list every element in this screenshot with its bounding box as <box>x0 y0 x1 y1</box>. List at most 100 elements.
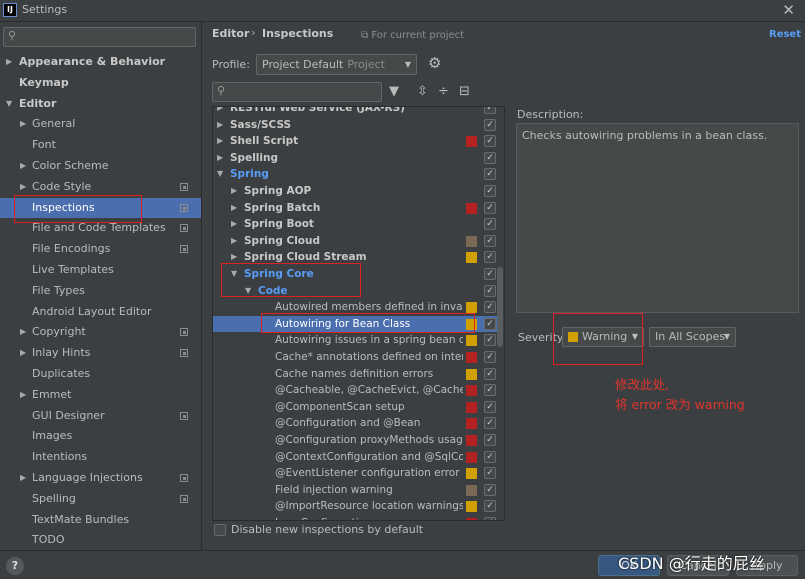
inspection-row[interactable]: @ComponentScan setup ✓ <box>213 399 497 416</box>
sidebar-item-copyright[interactable]: ▶ Copyright <box>0 322 201 343</box>
chevron-right-icon[interactable]: ▶ <box>20 385 26 406</box>
sidebar-item-emmet[interactable]: ▶ Emmet <box>0 385 201 406</box>
chevron-right-icon[interactable]: ▶ <box>6 52 12 73</box>
sidebar-item-textmate-bundles[interactable]: TextMate Bundles <box>0 510 201 531</box>
chevron-down-icon[interactable]: ▼ <box>6 94 12 115</box>
sidebar-item-spelling[interactable]: Spelling <box>0 489 201 510</box>
inspection-enabled-checkbox[interactable]: ✓ <box>484 317 496 330</box>
chevron-right-icon[interactable]: ▶ <box>231 200 237 217</box>
chevron-right-icon[interactable]: ▶ <box>231 233 237 250</box>
inspection-row[interactable]: @ContextConfiguration and @SqlConfig ✓ <box>213 449 497 466</box>
chevron-right-icon[interactable]: ▶ <box>20 156 26 177</box>
inspection-enabled-checkbox[interactable]: ✓ <box>484 301 496 314</box>
inspection-enabled-checkbox[interactable]: ✓ <box>484 185 496 197</box>
reset-to-default-icon[interactable]: ⊟ <box>459 84 470 99</box>
sidebar-item-font[interactable]: Font <box>0 135 201 156</box>
sidebar-item-images[interactable]: Images <box>0 426 201 447</box>
sidebar-item-gui-designer[interactable]: GUI Designer <box>0 406 201 427</box>
sidebar-item-file-encodings[interactable]: File Encodings <box>0 239 201 260</box>
chevron-right-icon[interactable]: ▶ <box>217 133 223 150</box>
sidebar-item-file-types[interactable]: File Types <box>0 281 201 302</box>
chevron-right-icon[interactable]: ▶ <box>20 322 26 343</box>
chevron-right-icon[interactable]: ▶ <box>231 183 237 200</box>
reset-link[interactable]: Reset <box>769 29 801 40</box>
sidebar-item-general[interactable]: ▶ General <box>0 114 201 135</box>
sidebar-item-appearance-behavior[interactable]: ▶ Appearance & Behavior <box>0 52 201 73</box>
inspection-enabled-checkbox[interactable]: ✓ <box>484 434 496 446</box>
inspection-enabled-checkbox[interactable]: ✓ <box>484 500 496 513</box>
expand-all-icon[interactable]: ⇳ <box>417 84 428 99</box>
inspection-row[interactable]: ▼ Spring ✓ <box>213 166 497 183</box>
inspection-enabled-checkbox[interactable]: ✓ <box>484 483 496 496</box>
scope-dropdown[interactable]: In All Scopes ▼ <box>649 327 736 347</box>
sidebar-item-duplicates[interactable]: Duplicates <box>0 364 201 385</box>
inspection-row[interactable]: @EventListener configuration error ✓ <box>213 465 497 482</box>
inspection-enabled-checkbox[interactable]: ✓ <box>484 284 496 297</box>
chevron-right-icon[interactable]: ▶ <box>217 107 223 117</box>
inspection-enabled-checkbox[interactable]: ✓ <box>484 384 496 397</box>
chevron-right-icon[interactable]: ▶ <box>20 468 26 489</box>
inspection-row[interactable]: ▶ Spring Batch ✓ <box>213 200 497 217</box>
chevron-down-icon[interactable]: ▼ <box>217 166 223 183</box>
inspection-enabled-checkbox[interactable]: ✓ <box>484 268 496 280</box>
tree-scrollbar[interactable] <box>497 267 503 347</box>
inspection-row[interactable]: @Cacheable, @CacheEvict, @CachePut, @ ✓ <box>213 382 497 399</box>
inspection-enabled-checkbox[interactable]: ✓ <box>484 450 496 463</box>
profile-dropdown[interactable]: Project Default Project ▼ <box>256 54 417 75</box>
inspection-row[interactable]: ▶ Spring Boot ✓ <box>213 216 497 233</box>
sidebar-item-todo[interactable]: TODO <box>0 530 201 550</box>
inspection-row[interactable]: ▶ Shell Script ✓ <box>213 133 497 150</box>
sidebar-item-color-scheme[interactable]: ▶ Color Scheme <box>0 156 201 177</box>
sidebar-item-android-layout-editor[interactable]: Android Layout Editor <box>0 302 201 323</box>
inspection-enabled-checkbox[interactable]: ✓ <box>484 367 496 380</box>
inspection-row[interactable]: @Configuration proxyMethods usage w ✓ <box>213 432 497 449</box>
inspection-row[interactable]: ▶ Spring Cloud ✓ <box>213 233 497 250</box>
inspection-enabled-checkbox[interactable]: ✓ <box>484 467 496 480</box>
inspection-enabled-checkbox[interactable]: ✓ <box>484 351 496 363</box>
inspection-enabled-checkbox[interactable]: ✓ <box>484 334 496 347</box>
settings-search-input[interactable]: ⚲ <box>3 27 196 47</box>
gear-icon[interactable]: ⚙ <box>428 54 441 72</box>
chevron-right-icon[interactable]: ▶ <box>217 150 223 167</box>
inspection-enabled-checkbox[interactable]: ✓ <box>484 400 496 413</box>
close-icon[interactable]: ✕ <box>782 1 795 19</box>
inspection-filter-input[interactable]: ⚲ <box>212 82 382 102</box>
breadcrumb-editor[interactable]: Editor <box>212 27 249 40</box>
inspection-enabled-checkbox[interactable]: ✓ <box>484 168 496 181</box>
sidebar-item-editor[interactable]: ▼ Editor <box>0 94 201 115</box>
inspection-row[interactable]: @ImportResource location warnings ✓ <box>213 498 497 515</box>
inspection-row[interactable]: ▶ Sass/SCSS ✓ <box>213 117 497 134</box>
sidebar-item-inlay-hints[interactable]: ▶ Inlay Hints <box>0 343 201 364</box>
collapse-all-icon[interactable]: ÷ <box>438 84 449 99</box>
inspection-row[interactable]: @Configuration and @Bean ✓ <box>213 415 497 432</box>
sidebar-item-intentions[interactable]: Intentions <box>0 447 201 468</box>
inspection-enabled-checkbox[interactable]: ✓ <box>484 234 496 247</box>
inspection-row[interactable]: Field injection warning ✓ <box>213 482 497 499</box>
inspection-enabled-checkbox[interactable]: ✓ <box>484 135 496 148</box>
inspection-row[interactable]: Autowiring issues in a spring bean class… <box>213 332 497 349</box>
inspection-enabled-checkbox[interactable]: ✓ <box>484 118 496 131</box>
inspection-row[interactable]: ▶ Spelling ✓ <box>213 150 497 167</box>
inspection-row[interactable]: Cache names definition errors ✓ <box>213 366 497 383</box>
inspection-row[interactable]: Java Configuration ✓ <box>213 515 497 520</box>
inspection-enabled-checkbox[interactable]: ✓ <box>484 517 496 520</box>
chevron-right-icon[interactable]: ▶ <box>217 117 223 134</box>
inspection-row[interactable]: ▶ RESTful Web Service (JAX-RS) ✓ <box>213 107 497 117</box>
chevron-right-icon[interactable]: ▶ <box>20 114 26 135</box>
inspection-enabled-checkbox[interactable]: ✓ <box>484 218 496 231</box>
inspection-enabled-checkbox[interactable]: ✓ <box>484 107 496 114</box>
disable-new-inspections-checkbox[interactable] <box>214 524 226 536</box>
inspection-enabled-checkbox[interactable]: ✓ <box>484 251 496 264</box>
chevron-right-icon[interactable]: ▶ <box>20 343 26 364</box>
sidebar-item-live-templates[interactable]: Live Templates <box>0 260 201 281</box>
inspection-row[interactable]: Cache* annotations defined on interface ✓ <box>213 349 497 366</box>
help-icon[interactable]: ? <box>6 557 24 575</box>
inspection-enabled-checkbox[interactable]: ✓ <box>484 151 496 164</box>
inspection-row[interactable]: ▶ Spring AOP ✓ <box>213 183 497 200</box>
chevron-right-icon[interactable]: ▶ <box>231 216 237 233</box>
sidebar-item-keymap[interactable]: Keymap <box>0 73 201 94</box>
inspection-enabled-checkbox[interactable]: ✓ <box>484 417 496 430</box>
inspection-enabled-checkbox[interactable]: ✓ <box>484 201 496 214</box>
filter-icon[interactable]: ▼ <box>389 84 399 99</box>
sidebar-item-language-injections[interactable]: ▶ Language Injections <box>0 468 201 489</box>
